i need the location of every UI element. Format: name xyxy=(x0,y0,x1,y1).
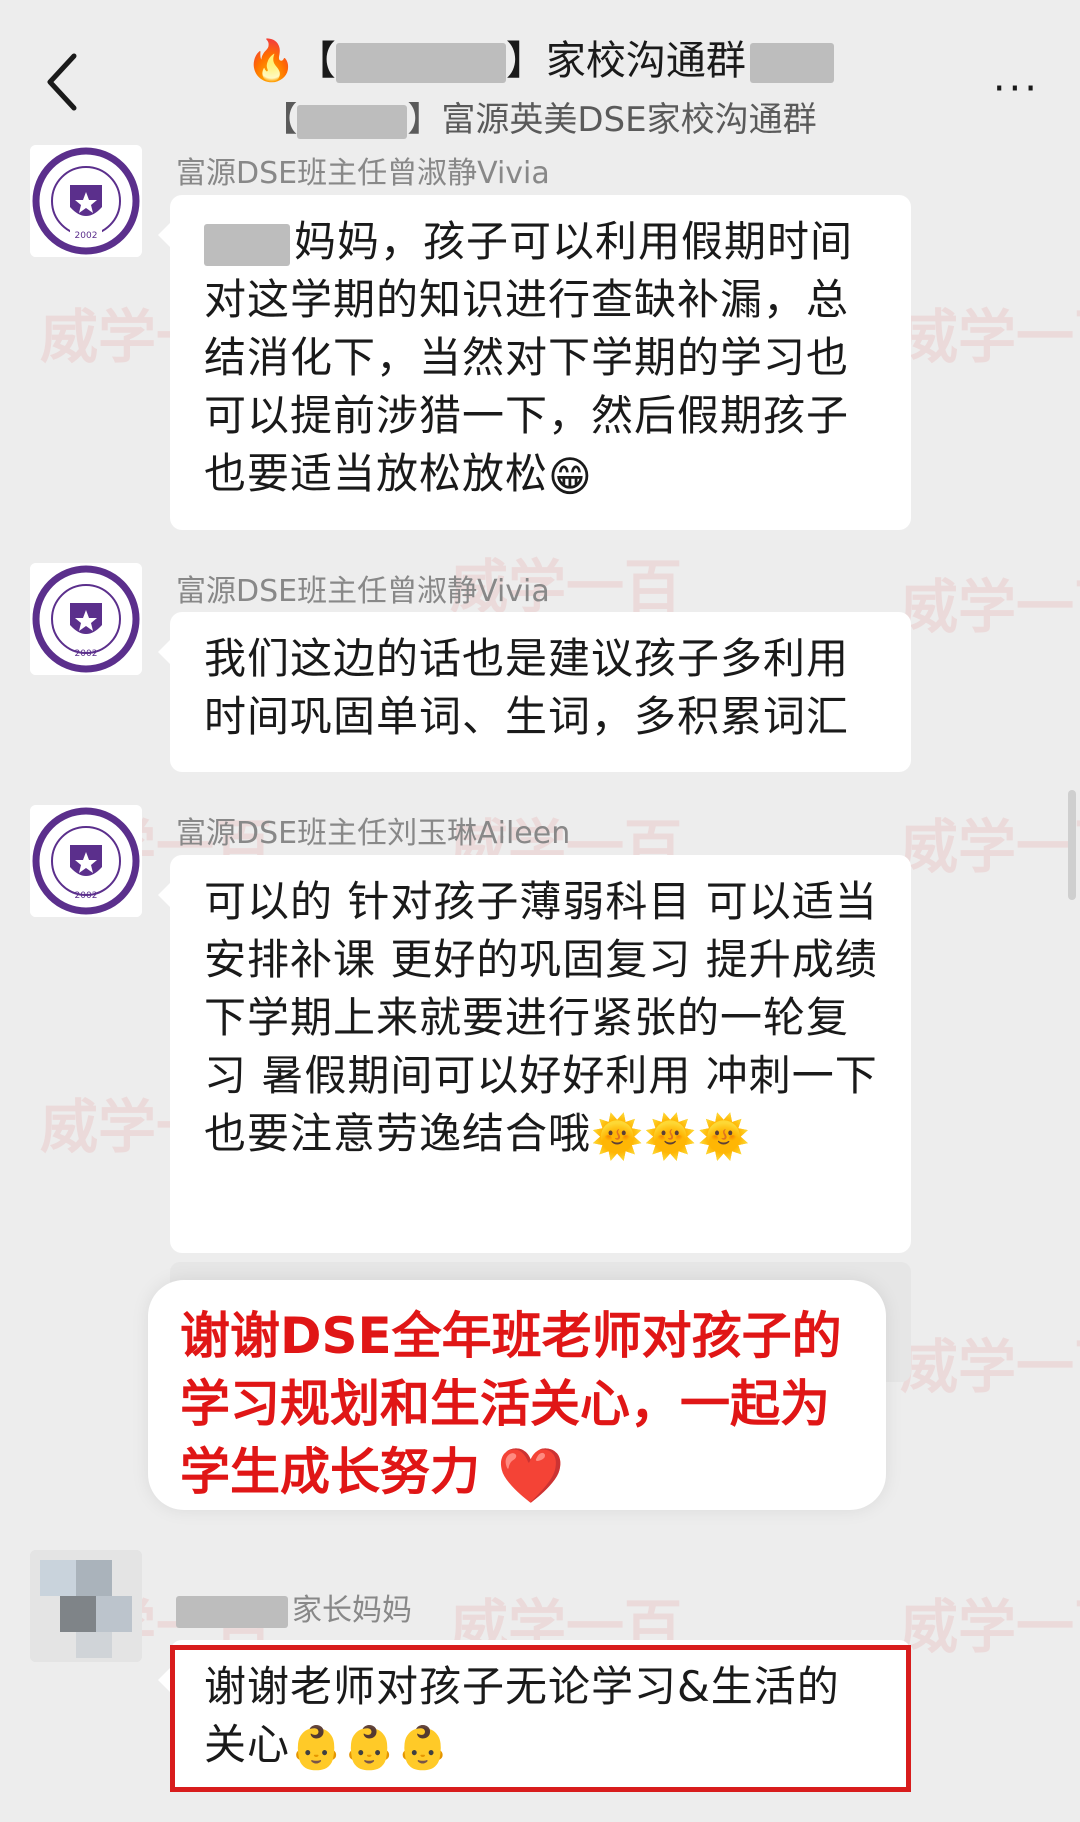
message-text: 我们这边的话也是建议孩子多利用时间巩固单词、生词，多积累词汇 xyxy=(204,634,850,741)
watermark: 威学一百 xyxy=(900,1333,1080,1401)
fire-icon: 🔥 xyxy=(246,38,296,84)
watermark: 威学一百 xyxy=(900,813,1080,881)
title-text: 】家校沟通群 xyxy=(505,38,746,84)
svg-text:2002: 2002 xyxy=(75,231,98,241)
sender-name: 富源DSE班主任曾淑静Vivia xyxy=(176,574,550,609)
svg-text:2002: 2002 xyxy=(75,649,98,659)
avatar[interactable]: 2002 xyxy=(30,563,142,675)
redacted-name xyxy=(297,104,408,139)
watermark: 威学一百 xyxy=(900,303,1080,371)
sender-name: 富源DSE班主任曾淑静Vivia xyxy=(176,156,550,191)
highlight-frame xyxy=(170,1645,911,1792)
redacted-name xyxy=(335,43,506,83)
chat-title: 🔥【 】家校沟通群 xyxy=(0,28,1080,86)
message-bubble[interactable]: 我们这边的话也是建议孩子多利用时间巩固单词、生词，多积累词汇 xyxy=(158,612,911,772)
message-bubble[interactable]: 可以的 针对孩子薄弱科目 可以适当安排补课 更好的巩固复习 提升成绩 下学期上来… xyxy=(158,855,911,1253)
avatar[interactable]: 2002 xyxy=(30,805,142,917)
message-text: 可以的 针对孩子薄弱科目 可以适当安排补课 更好的巩固复习 提升成绩 下学期上来… xyxy=(204,877,878,1158)
subtitle-text: 】富源英美DSE家校沟通群 xyxy=(407,100,817,140)
blurred-avatar-icon xyxy=(30,1550,142,1662)
title-bracket-open: 【 xyxy=(295,38,336,84)
sun-emoji-icon: 🌞🌞🌞 xyxy=(591,1111,751,1161)
watermark: 威学一百 xyxy=(900,1593,1080,1661)
sender-name: 富源DSE班主任刘玉琳Aileen xyxy=(176,816,571,851)
more-button[interactable]: ··· xyxy=(993,66,1040,112)
school-emblem-icon: 2002 xyxy=(30,805,142,917)
chat-header: 🔥【 】家校沟通群 【】富源英美DSE家校沟通群 ··· xyxy=(0,0,1080,140)
avatar[interactable]: 2002 xyxy=(30,145,142,257)
message-bubble[interactable]: 妈妈，孩子可以利用假期时间对这学期的知识进行查缺补漏，总结消化下，当然对下学期的… xyxy=(158,195,911,530)
chat-subtitle: 【 】富源英美DSE家校沟通群 xyxy=(0,92,1080,141)
redacted-name xyxy=(176,1595,288,1628)
heart-icon: ❤️ xyxy=(497,1443,565,1507)
avatar[interactable] xyxy=(30,1550,142,1662)
svg-text:2002: 2002 xyxy=(75,891,98,901)
school-emblem-icon: 2002 xyxy=(30,145,142,257)
scrollbar[interactable] xyxy=(1068,790,1076,900)
message-text: 妈妈，孩子可以利用假期时间对这学期的知识进行查缺补漏，总结消化下，当然对下学期的… xyxy=(204,217,854,498)
redacted-name xyxy=(749,43,834,83)
highlight-caption: 谢谢DSE全年班老师对孩子的学习规划和生活关心，一起为学生成长努力 ❤️ xyxy=(148,1280,886,1510)
subtitle-bracket-open: 【 xyxy=(263,100,298,140)
school-emblem-icon: 2002 xyxy=(30,563,142,675)
sender-name-text: 家长妈妈 xyxy=(292,1593,412,1628)
grin-emoji-icon: 😁 xyxy=(548,451,593,501)
watermark: 威学一百 xyxy=(900,573,1080,641)
redacted-name xyxy=(204,223,290,266)
sender-name: 家长妈妈 xyxy=(176,1585,412,1629)
